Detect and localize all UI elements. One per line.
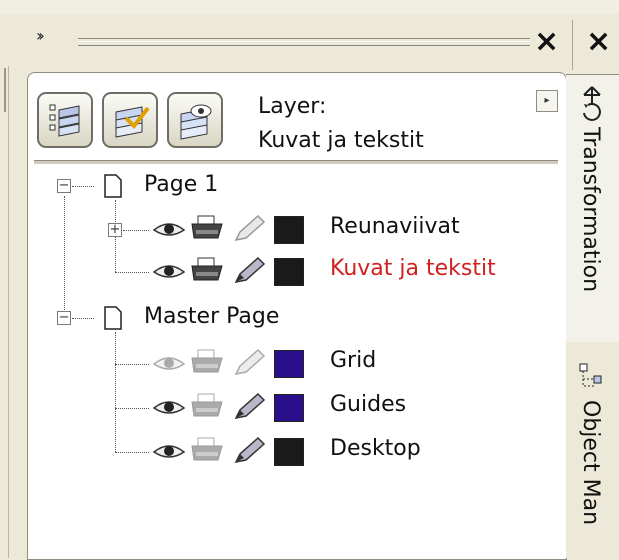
layer-color-swatch[interactable] (274, 394, 304, 422)
eye-icon[interactable] (152, 440, 186, 464)
eye-icon[interactable] (152, 396, 186, 420)
tab-object-manager-label: Object Man (578, 400, 603, 526)
tree-node-page1[interactable]: Page 1 (144, 172, 218, 197)
tab-transformation[interactable]: Transformation (566, 74, 619, 344)
docker-grip-handle[interactable] (78, 38, 530, 46)
layer-name-grid[interactable]: Grid (330, 348, 376, 373)
printer-icon[interactable] (190, 348, 224, 378)
edit-across-layers-button[interactable] (102, 92, 158, 148)
window-left-edge-mark (4, 68, 6, 112)
tree-line (64, 196, 65, 316)
expand-docker-icon[interactable]: ›› (36, 26, 45, 45)
printer-icon[interactable] (190, 214, 224, 244)
pencil-icon[interactable] (232, 392, 266, 422)
tree-line (123, 230, 149, 231)
layer-color-swatch[interactable] (274, 438, 304, 466)
printer-icon[interactable] (190, 436, 224, 466)
pencil-icon[interactable] (232, 256, 266, 286)
layer-caption: Layer: (258, 94, 327, 119)
layer-color-swatch[interactable] (274, 258, 304, 286)
pencil-icon[interactable] (232, 348, 266, 378)
layer-name-reunaviivat[interactable]: Reunaviivat (330, 214, 460, 239)
tree-line (115, 332, 116, 452)
tree-line (115, 272, 149, 273)
current-layer-name: Kuvat ja tekstit (258, 128, 424, 153)
tree-line (115, 408, 149, 409)
eye-icon[interactable] (152, 218, 186, 242)
eye-icon[interactable] (152, 260, 186, 284)
eye-icon[interactable] (152, 352, 186, 376)
layer-manager-view-icon (180, 104, 212, 140)
tree-line (115, 364, 149, 365)
transformation-icon (583, 86, 601, 121)
printer-icon[interactable] (190, 392, 224, 422)
window-top-strip (0, 0, 619, 15)
expand-layer-toggle[interactable]: + (108, 223, 122, 237)
close-outer-docker-button[interactable]: × (586, 27, 611, 57)
tree-line (72, 186, 94, 187)
layer-name-guides[interactable]: Guides (330, 392, 406, 417)
current-layer-label: Layer: Kuvat ja tekstit (258, 90, 424, 158)
layer-manager-view-button[interactable] (167, 92, 223, 148)
window-left-edge (0, 66, 9, 558)
collapse-page1-toggle[interactable]: − (57, 179, 71, 193)
flyout-menu-button[interactable]: ▸ (536, 90, 558, 112)
show-object-properties-button[interactable] (37, 92, 93, 148)
page-icon (104, 306, 122, 330)
header-divider (572, 20, 573, 70)
printer-icon[interactable] (190, 256, 224, 286)
edit-across-layers-icon (115, 106, 150, 138)
collapse-master-page-toggle[interactable]: − (57, 311, 71, 325)
tab-object-manager[interactable]: Object Man (566, 342, 619, 558)
pencil-icon[interactable] (232, 214, 266, 244)
object-manager-icon (579, 363, 602, 387)
object-properties-icon (49, 104, 80, 137)
tab-transformation-label: Transformation (578, 127, 603, 293)
tree-line (72, 318, 94, 319)
page-icon (104, 174, 122, 198)
layer-color-swatch[interactable] (274, 350, 304, 378)
toolbar-separator (34, 160, 558, 165)
layer-color-swatch[interactable] (274, 216, 304, 244)
layer-name-desktop[interactable]: Desktop (330, 436, 421, 461)
tree-line (115, 452, 149, 453)
layer-name-kuvat-ja-tekstit[interactable]: Kuvat ja tekstit (330, 256, 496, 281)
close-docker-button[interactable]: × (534, 27, 559, 57)
pencil-icon[interactable] (232, 436, 266, 466)
tree-node-master-page[interactable]: Master Page (144, 304, 279, 329)
